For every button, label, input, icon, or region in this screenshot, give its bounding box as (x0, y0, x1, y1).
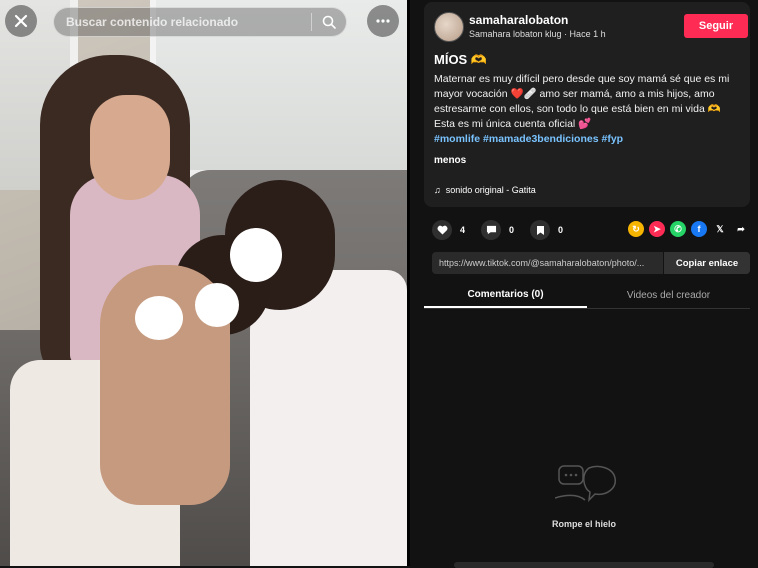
details-panel: samaharalobaton Samahara lobaton klug · … (410, 0, 758, 568)
comment-count: 0 (509, 225, 515, 235)
avatar[interactable] (434, 12, 464, 42)
tab-comments[interactable]: Comentarios (0) (424, 282, 587, 308)
face-blur (135, 296, 183, 340)
search-bar[interactable] (53, 7, 347, 37)
share-icon[interactable]: ➦ (733, 221, 749, 237)
search-icon (322, 15, 336, 29)
heart-icon (437, 225, 447, 235)
send-icon[interactable]: ➤ (649, 221, 665, 237)
share-link-box: https://www.tiktok.com/@samaharalobaton/… (432, 252, 750, 274)
bookmark-icon (536, 225, 544, 235)
sound-link[interactable]: ♫ sonido original - Gatita (434, 185, 536, 195)
save-button[interactable] (530, 220, 551, 240)
more-options-button[interactable] (367, 5, 399, 37)
girl-dress (250, 270, 407, 566)
post-description: Maternar es muy difícil pero desde que s… (434, 72, 744, 147)
x-icon[interactable]: 𝕏 (712, 221, 728, 237)
face-blur (230, 228, 282, 282)
save-count: 0 (558, 225, 564, 235)
post-card: samaharalobaton Samahara lobaton klug · … (424, 2, 750, 207)
less-button[interactable]: menos (434, 155, 466, 166)
more-icon (376, 19, 390, 23)
close-button[interactable] (5, 5, 37, 37)
mother-face (90, 95, 170, 200)
comment-icon (486, 225, 496, 235)
action-bar: 4 0 0 (432, 220, 563, 240)
tab-creator-videos[interactable]: Videos del creador (587, 282, 750, 308)
hashtags[interactable]: #momlife #mamade3bendiciones #fyp (434, 133, 623, 145)
post-meta: Samahara lobaton klug · Hace 1 h (469, 29, 606, 39)
whatsapp-icon[interactable]: ✆ (670, 221, 686, 237)
post-title: MÍOS 🫶 (434, 52, 488, 67)
chat-bubbles-icon (555, 465, 616, 503)
post-photo (0, 0, 407, 566)
sound-label: sonido original - Gatita (445, 185, 536, 195)
comment-input-hint (454, 562, 714, 568)
username[interactable]: samaharalobaton (469, 13, 568, 27)
close-icon (14, 14, 28, 28)
empty-state-text: Rompe el hielo (551, 519, 616, 529)
share-bar: ↻ ➤ ✆ f 𝕏 ➦ (628, 221, 749, 237)
description-text: Maternar es muy difícil pero desde que s… (434, 73, 730, 130)
repost-icon[interactable]: ↻ (628, 221, 644, 237)
search-button[interactable] (312, 15, 346, 29)
search-input[interactable] (54, 14, 311, 30)
share-url[interactable]: https://www.tiktok.com/@samaharalobaton/… (432, 258, 663, 268)
tabs: Comentarios (0) Videos del creador (424, 282, 750, 309)
follow-button[interactable]: Seguir (684, 14, 748, 38)
copy-link-button[interactable]: Copiar enlace (663, 252, 750, 274)
like-count: 4 (460, 225, 466, 235)
comment-button[interactable] (481, 220, 502, 240)
face-blur (195, 283, 239, 327)
music-note-icon: ♫ (434, 185, 441, 195)
like-button[interactable] (432, 220, 452, 240)
facebook-icon[interactable]: f (691, 221, 707, 237)
